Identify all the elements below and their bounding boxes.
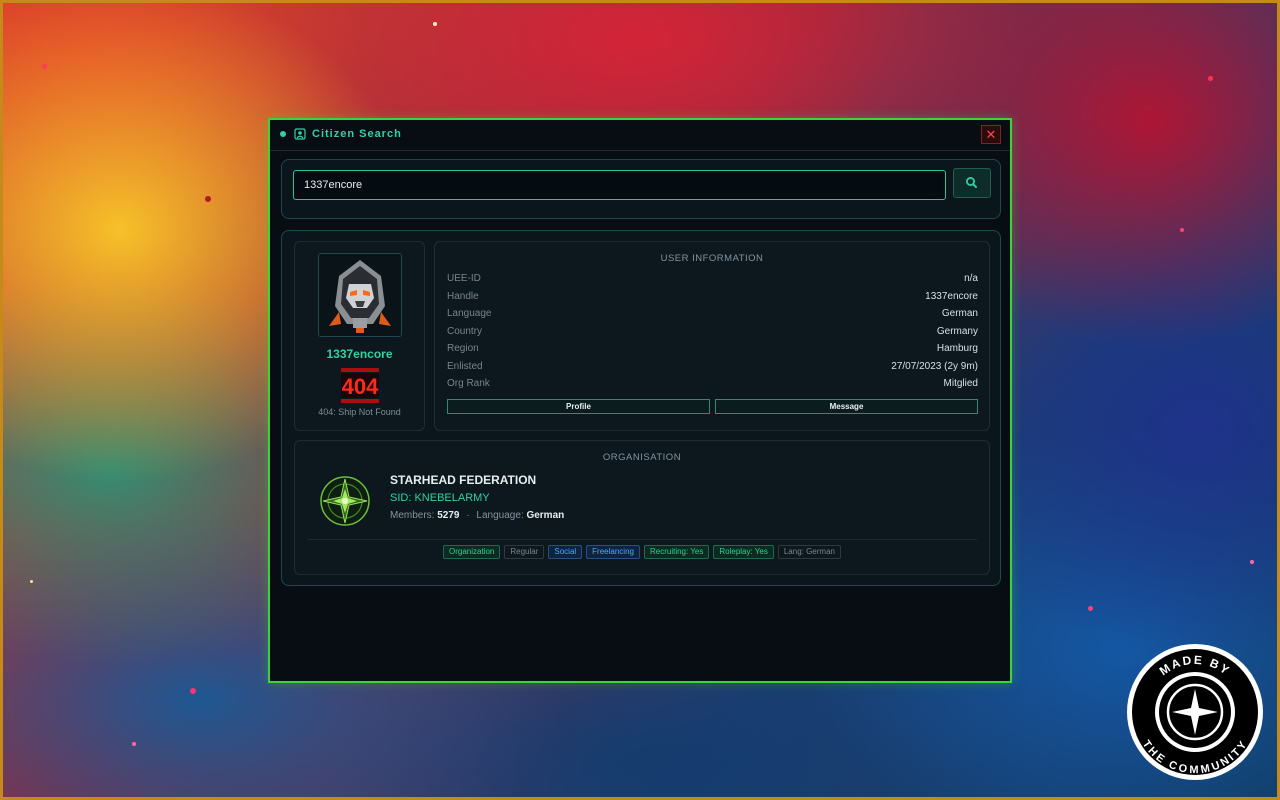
info-key: UEE-ID (447, 273, 481, 284)
user-info-rows: UEE-ID n/a Handle 1337encore Language Ge… (447, 270, 978, 393)
window-title: Citizen Search (312, 128, 402, 140)
info-key: Country (447, 325, 483, 337)
org-logo-icon[interactable] (319, 475, 371, 527)
org-divider (307, 539, 977, 540)
svg-text:404: 404 (342, 374, 379, 399)
organisation-card: ORGANISATION STARHEAD FEDERATION SID: KN… (294, 440, 990, 575)
user-information-card: USER INFORMATION UEE-ID n/a Handle 1337e… (434, 241, 990, 431)
language-value: German (526, 510, 565, 521)
profile-button[interactable]: Profile (447, 399, 710, 414)
message-button[interactable]: Message (715, 399, 978, 414)
search-icon (965, 176, 977, 188)
info-row-handle: Handle 1337encore (447, 288, 978, 306)
info-value: Mitglied (943, 378, 978, 389)
org-sid: SID: KNEBELARMY (390, 492, 490, 504)
error-404-icon: 404 (341, 368, 379, 403)
close-icon: ✕ (985, 127, 997, 142)
citizen-handle: 1337encore (326, 347, 393, 361)
made-by-the-community-badge: MADE BY THE COMMUNITY (1127, 644, 1263, 780)
tag-language: Lang: German (777, 545, 841, 559)
status-dot (280, 131, 286, 137)
info-value: 27/07/2023 (2y 9m) (891, 360, 978, 372)
info-value: Germany (936, 325, 978, 337)
info-row-language: Language German (447, 305, 978, 323)
info-row-country: Country Germany (447, 323, 978, 341)
info-key: Language (447, 308, 492, 319)
tag-social: Social (548, 545, 583, 559)
citizen-search-window: Citizen Search ✕ 1337encore 1337encore 4… (268, 118, 1012, 683)
info-row-enlisted: Enlisted 27/07/2023 (2y 9m) (447, 358, 978, 376)
meta-separator: · (466, 510, 470, 521)
info-row-region: Region Hamburg (447, 340, 978, 358)
info-row-org-rank: Org Rank Mitglied (447, 375, 978, 393)
tag-organization: Organization (443, 545, 501, 559)
result-panel: 1337encore 404 404: Ship Not Found USER … (281, 230, 1001, 586)
search-input[interactable] (293, 170, 946, 200)
info-key: Region (447, 343, 479, 354)
avatar (318, 253, 402, 337)
info-key: Enlisted (447, 360, 483, 372)
organisation-heading: ORGANISATION (602, 452, 682, 463)
window-titlebar: Citizen Search ✕ (270, 120, 1010, 151)
id-card-icon (294, 128, 306, 140)
org-tags: Organization Regular Social Freelancing … (295, 545, 989, 559)
info-row-uee-id: UEE-ID n/a (447, 270, 978, 288)
tag-recruiting: Recruiting: Yes (643, 545, 710, 559)
org-name: STARHEAD FEDERATION (390, 473, 537, 487)
org-meta: Members: 5279 · Language: German (390, 510, 564, 521)
tag-roleplay: Roleplay: Yes (713, 545, 774, 559)
error-caption: 404: Ship Not Found (318, 407, 401, 417)
members-label: Members: (390, 510, 435, 521)
info-value: n/a (964, 273, 978, 284)
hooded-skull-avatar-icon (319, 254, 401, 336)
user-information-heading: USER INFORMATION (660, 253, 764, 264)
close-button[interactable]: ✕ (981, 125, 1001, 144)
info-value: Hamburg (936, 343, 978, 354)
members-value: 5279 (437, 510, 460, 521)
info-key: Handle (447, 290, 479, 302)
tag-freelancing: Freelancing (586, 545, 640, 559)
info-value: German (941, 308, 978, 319)
search-panel (281, 159, 1001, 219)
language-label: Language: (476, 510, 524, 521)
avatar-card: 1337encore 404 404: Ship Not Found (294, 241, 425, 431)
tag-regular: Regular (504, 545, 545, 559)
search-button[interactable] (953, 168, 991, 198)
info-key: Org Rank (447, 378, 490, 389)
info-value: 1337encore (925, 290, 978, 302)
